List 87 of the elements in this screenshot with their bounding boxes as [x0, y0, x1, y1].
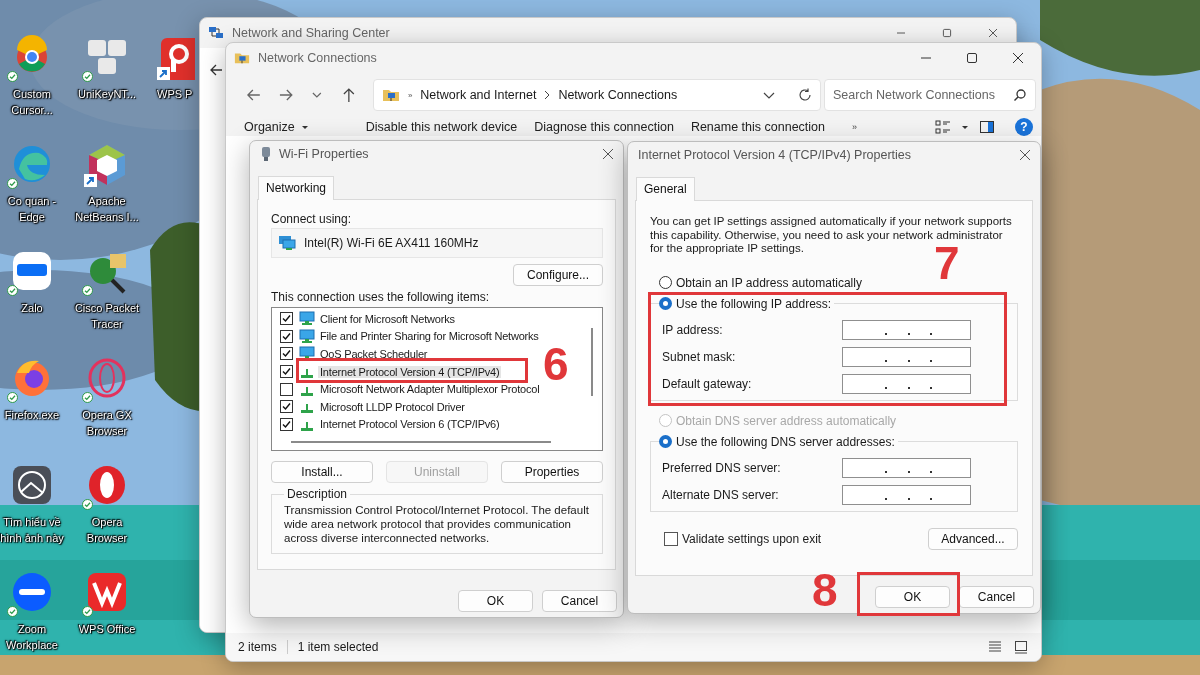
status-text: 1 item selected	[297, 640, 379, 654]
input-field[interactable]	[842, 457, 971, 478]
checkbox[interactable]	[280, 400, 293, 414]
step-number: 6	[543, 341, 569, 387]
status-text: 2 items	[238, 640, 277, 654]
field-label: Subnet mask:	[662, 349, 736, 364]
view-icon[interactable]	[935, 119, 951, 135]
checkbox[interactable]	[280, 329, 293, 343]
dialog-button[interactable]: OK	[458, 590, 533, 612]
checkbox[interactable]	[664, 531, 678, 546]
checkbox[interactable]	[280, 347, 293, 361]
list-item[interactable]: Internet Protocol Version 6 (TCP/IPv6)	[318, 418, 502, 431]
list-item[interactable]: Client for Microsoft Networks	[318, 312, 457, 325]
network-adapter-icon	[278, 235, 296, 251]
checkbox[interactable]	[280, 417, 293, 431]
input-field[interactable]	[842, 319, 971, 340]
dialog-button[interactable]: Cancel	[542, 590, 617, 612]
dialog-button[interactable]: Properties	[501, 461, 603, 483]
breadcrumb-link[interactable]: Network Connections	[558, 88, 678, 102]
list-box[interactable]	[271, 307, 603, 451]
tiles-view-icon[interactable]	[1013, 639, 1029, 655]
toolbar-button[interactable]: Diagnose this connection	[530, 119, 678, 135]
field-label: IP address:	[662, 322, 723, 337]
option-label[interactable]: Use the following IP address:	[676, 296, 832, 311]
step-number: 8	[812, 567, 838, 613]
network-monitor-icon	[299, 328, 315, 344]
refresh-icon[interactable]	[798, 88, 812, 102]
toolbar-button[interactable]: Organize	[240, 119, 313, 135]
tab[interactable]: General	[636, 177, 695, 201]
field-label: This connection uses the following items:	[271, 290, 491, 304]
protocol-icon	[301, 386, 313, 396]
help-button[interactable]: ?	[1015, 118, 1033, 136]
radio-button[interactable]	[659, 297, 672, 310]
scrollbar-thumb[interactable]	[591, 328, 593, 396]
caret-icon[interactable]	[961, 123, 969, 131]
network-monitor-icon	[299, 311, 315, 327]
option-label[interactable]: Obtain an IP address automatically	[676, 275, 862, 290]
tab[interactable]: Networking	[258, 176, 335, 200]
list-item[interactable]: Internet Protocol Version 4 (TCP/IPv4)	[318, 365, 502, 378]
toolbar-button[interactable]: Disable this network device	[361, 119, 522, 135]
scrollbar-thumb[interactable]	[291, 441, 551, 443]
overflow-mark[interactable]: »	[852, 122, 857, 132]
option-label[interactable]: Use the following DNS server addresses:	[676, 434, 895, 449]
toolbar-button[interactable]: Rename this connection	[686, 119, 829, 135]
dialog-title: Wi-Fi Properties	[279, 147, 369, 161]
list-item[interactable]: Microsoft LLDP Protocol Driver	[318, 400, 467, 413]
field-label: Preferred DNS server:	[662, 460, 781, 475]
dialog-button[interactable]: Cancel	[959, 586, 1034, 608]
back-icon[interactable]	[208, 62, 224, 78]
checkbox[interactable]	[280, 312, 293, 326]
overflow-mark[interactable]: »	[407, 90, 413, 100]
list-item[interactable]: File and Printer Sharing for Microsoft Networks	[318, 330, 541, 343]
field-label: Connect using:	[271, 212, 353, 226]
window-title: Network and Sharing Center	[232, 26, 390, 40]
field-label: Default gateway:	[662, 376, 752, 391]
description-text: Transmission Control Protocol/Internet Protocol. The default wide area network protocol that provides communication across diverse interconnected networks.	[284, 503, 590, 545]
dialog-title: Internet Protocol Version 4 (TCP/IPv4) Properties	[638, 148, 912, 162]
input-field[interactable]	[842, 484, 971, 505]
input-field[interactable]	[842, 373, 971, 394]
dialog-button[interactable]: OK	[875, 586, 950, 608]
checkbox-label[interactable]: Validate settings upon exit	[682, 531, 822, 546]
dialog-button[interactable]: Install...	[271, 461, 373, 483]
radio-button[interactable]	[659, 435, 672, 448]
advanced-button[interactable]: Advanced...	[928, 527, 1018, 550]
network-icon	[208, 25, 224, 41]
input-field[interactable]	[842, 346, 971, 367]
checkbox[interactable]	[280, 365, 293, 379]
protocol-icon	[301, 369, 313, 379]
search-icon[interactable]	[1013, 88, 1027, 102]
protocol-icon	[301, 421, 313, 431]
breadcrumb-link[interactable]: Network and Internet	[420, 88, 537, 102]
checkbox[interactable]	[280, 382, 293, 396]
group-label: Description	[286, 487, 349, 501]
details-view-icon[interactable]	[987, 639, 1003, 655]
network-folder-icon	[381, 87, 400, 103]
caret-icon	[300, 123, 309, 131]
preview-pane-icon[interactable]	[979, 119, 995, 135]
protocol-icon	[301, 404, 313, 414]
adapter-name: Intel(R) Wi-Fi 6E AX411 160MHz	[304, 236, 479, 250]
field-label: Alternate DNS server:	[662, 487, 779, 502]
search-field[interactable]: Search Network Connections	[824, 79, 1036, 111]
address-bar[interactable]: » Network and Internet Network Connections	[372, 79, 821, 111]
list-item[interactable]: Microsoft Network Adapter Multiplexor Protocol	[318, 383, 542, 396]
configure-button[interactable]: Configure...	[513, 264, 603, 286]
window-title: Network Connections	[258, 51, 377, 65]
adapter-icon	[260, 146, 272, 162]
radio-button[interactable]	[659, 276, 672, 289]
